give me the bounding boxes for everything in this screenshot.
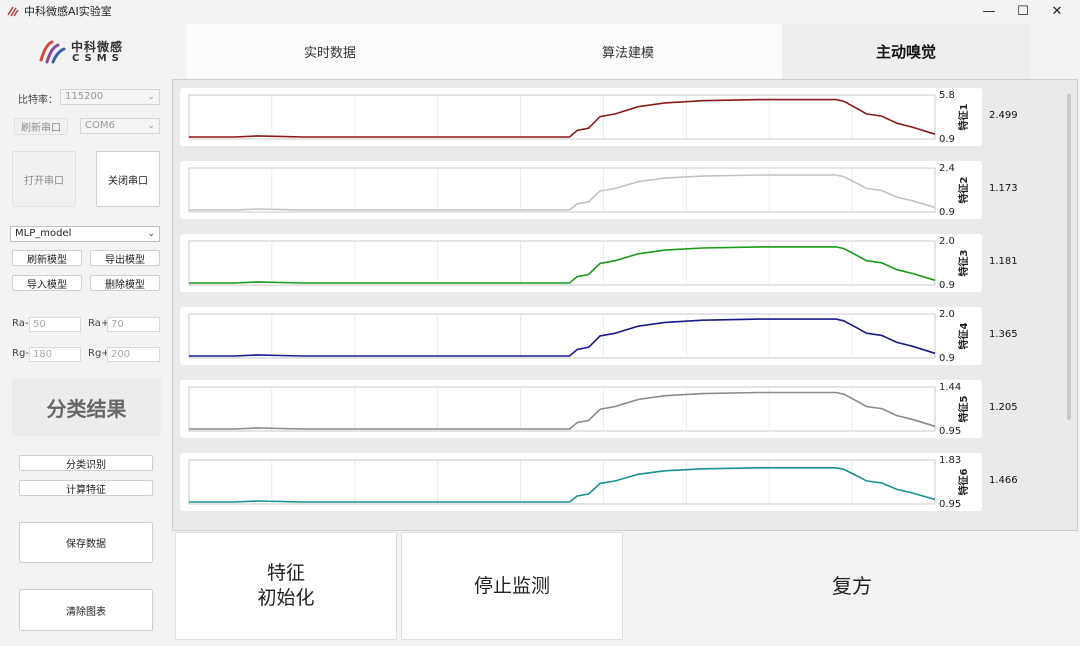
minimize-icon: — xyxy=(982,3,996,19)
chart-scrollbar[interactable] xyxy=(1067,94,1071,420)
refresh-model-label: 刷新模型 xyxy=(27,254,67,266)
compute-features-label: 计算特征 xyxy=(66,484,106,496)
y-tick-bottom: 0.9 xyxy=(939,207,955,218)
feature-current-value: 1.365 xyxy=(989,329,1018,340)
y-tick-top: 1.44 xyxy=(939,382,961,393)
csms-logo-icon xyxy=(39,40,66,64)
y-tick-bottom: 0.95 xyxy=(939,426,961,437)
classification-result-display: 分类结果 xyxy=(12,378,161,436)
rg-minus-label: Rg- xyxy=(12,348,29,359)
feature-line-chart: 1.44 0.95 特征5 xyxy=(188,382,970,437)
window-title: 中科微感AI实验室 xyxy=(24,5,112,18)
y-axis-label: 特征5 xyxy=(957,395,970,422)
classify-label: 分类识别 xyxy=(66,459,106,471)
feature-init-button[interactable]: 特征 初始化 xyxy=(175,532,397,640)
y-tick-bottom: 0.9 xyxy=(939,134,955,145)
y-axis-label: 特征3 xyxy=(957,249,970,276)
tab-realtime-data[interactable]: 实时数据 xyxy=(186,24,474,79)
clear-chart-label: 清除图表 xyxy=(66,606,106,618)
clear-chart-button[interactable]: 清除图表 xyxy=(19,589,153,631)
refresh-port-label: 刷新串口 xyxy=(21,123,61,134)
ra-plus-input[interactable]: 70 xyxy=(107,317,160,332)
refresh-port-button[interactable]: 刷新串口 xyxy=(14,118,68,135)
chevron-down-icon: ⌄ xyxy=(147,92,155,102)
tab-label: 实时数据 xyxy=(303,46,356,61)
feature-line-chart: 2.4 0.9特征2 xyxy=(188,163,970,218)
save-data-button[interactable]: 保存数据 xyxy=(19,522,153,563)
baud-rate-select[interactable]: 115200 ⌄ xyxy=(60,89,160,105)
plot-area xyxy=(188,459,936,505)
feature-line-chart: 1.83 0.95 特征6 xyxy=(188,455,970,510)
y-tick-top: 1.83 xyxy=(939,455,961,466)
model-select[interactable]: MLP_model ⌄ xyxy=(10,226,160,242)
classify-button[interactable]: 分类识别 xyxy=(19,455,153,471)
reset-button[interactable]: 复方 xyxy=(627,532,1077,640)
close-icon: ✕ xyxy=(1051,3,1063,19)
feature-current-value: 1.205 xyxy=(989,402,1018,413)
rg-minus-input[interactable]: 180 xyxy=(29,347,81,362)
logo-subtitle: CSMS xyxy=(72,53,124,64)
tab-label: 主动嗅觉 xyxy=(875,43,936,61)
y-tick-bottom: 0.9 xyxy=(939,353,955,364)
logo-area: 中科微感 CSMS xyxy=(0,22,172,79)
y-tick-bottom: 0.95 xyxy=(939,499,961,510)
open-port-button[interactable]: 打开串口 xyxy=(12,151,76,207)
y-axis-label: 特征4 xyxy=(957,322,970,349)
y-axis-label: 特征2 xyxy=(957,176,970,203)
import-model-label: 导入模型 xyxy=(27,279,67,291)
feature-line-chart: 2.0 0.9特征3 xyxy=(188,236,970,291)
close-port-button[interactable]: 关闭串口 xyxy=(96,151,160,207)
feature-line-chart: 2.0 0.9特征4 xyxy=(188,309,970,364)
tab-algorithm-modeling[interactable]: 算法建模 xyxy=(474,24,782,79)
maximize-icon: ☐ xyxy=(1017,3,1029,19)
y-tick-top: 2.4 xyxy=(939,163,955,174)
y-axis-label: 特征6 xyxy=(957,468,970,495)
rg-plus-input[interactable]: 200 xyxy=(107,347,160,362)
port-select[interactable]: COM6 ⌄ xyxy=(80,118,160,134)
close-button[interactable]: ✕ xyxy=(1034,0,1080,22)
ra-minus-label: Ra- xyxy=(12,318,29,329)
delete-model-button[interactable]: 删除模型 xyxy=(90,275,160,291)
plot-area xyxy=(188,386,936,432)
delete-model-label: 删除模型 xyxy=(105,279,145,291)
tab-label: 算法建模 xyxy=(601,46,654,61)
feature-current-value: 1.173 xyxy=(989,183,1018,194)
save-data-label: 保存数据 xyxy=(66,539,106,550)
import-model-button[interactable]: 导入模型 xyxy=(12,275,82,291)
y-tick-top: 5.8 xyxy=(939,90,955,101)
chevron-down-icon: ⌄ xyxy=(147,121,155,131)
y-tick-top: 2.0 xyxy=(939,309,955,320)
feature-current-value: 1.466 xyxy=(989,475,1018,486)
open-port-label: 打开串口 xyxy=(24,175,64,187)
stop-monitoring-button[interactable]: 停止监测 xyxy=(401,532,623,640)
export-model-label: 导出模型 xyxy=(105,254,145,266)
refresh-model-button[interactable]: 刷新模型 xyxy=(12,250,82,266)
tab-active-olfaction[interactable]: 主动嗅觉 xyxy=(782,24,1030,79)
compute-features-button[interactable]: 计算特征 xyxy=(19,480,153,496)
y-axis-label: 特征1 xyxy=(957,103,970,130)
feature-current-value: 1.181 xyxy=(989,256,1018,267)
plot-area xyxy=(188,94,936,140)
feature-current-value: 2.499 xyxy=(989,110,1018,121)
y-tick-bottom: 0.9 xyxy=(939,280,955,291)
close-port-label: 关闭串口 xyxy=(108,175,148,187)
plot-area xyxy=(188,313,936,359)
model-value: MLP_model xyxy=(15,228,72,239)
port-value: COM6 xyxy=(85,120,115,131)
y-tick-top: 2.0 xyxy=(939,236,955,247)
baud-rate-label: 比特率： xyxy=(18,95,58,106)
feature-line-chart: 5.8 0.9特征1 xyxy=(188,90,970,145)
title-bar: 中科微感AI实验室 — ☐ ✕ xyxy=(0,0,1080,22)
chevron-down-icon: ⌄ xyxy=(147,229,155,239)
app-logo-icon xyxy=(7,6,19,17)
ra-minus-input[interactable]: 50 xyxy=(29,317,81,332)
export-model-button[interactable]: 导出模型 xyxy=(90,250,160,266)
baud-rate-value: 115200 xyxy=(65,91,104,102)
